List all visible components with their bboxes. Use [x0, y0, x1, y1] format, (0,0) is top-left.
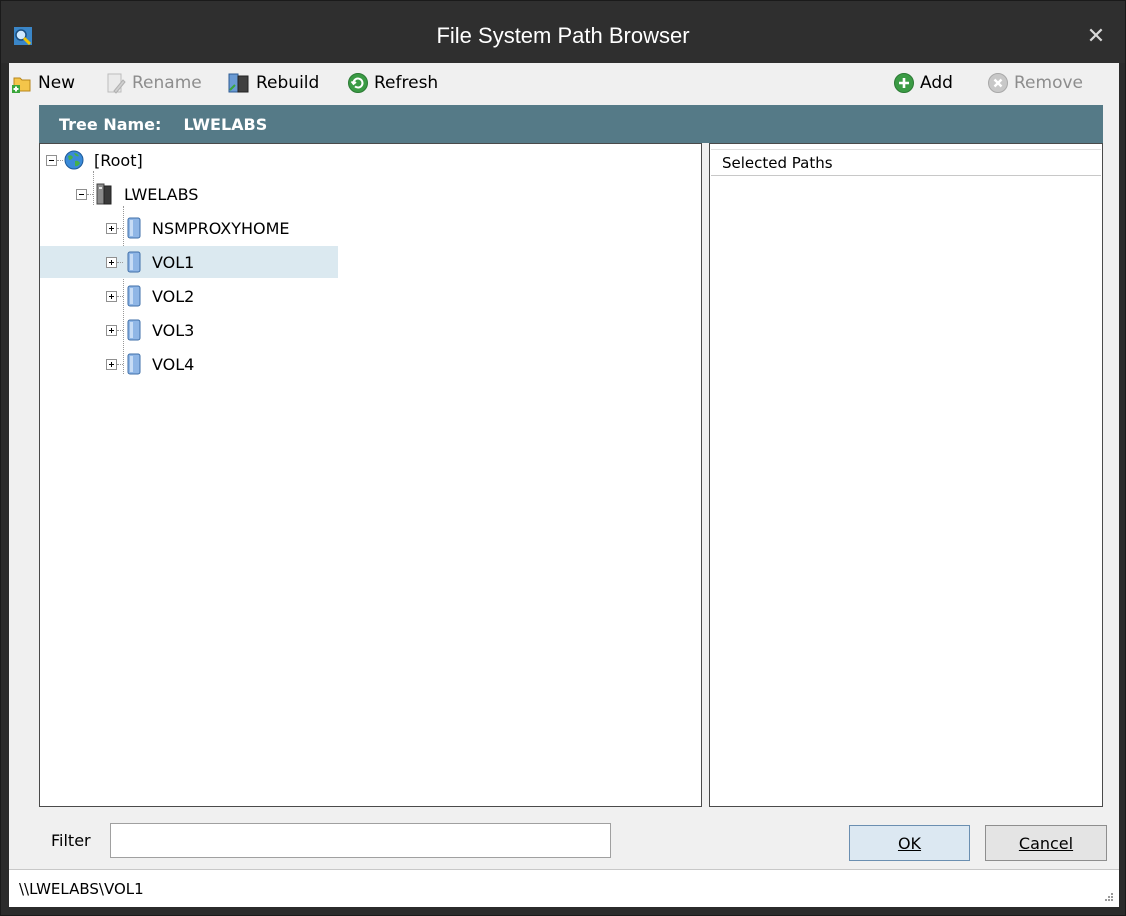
title-bar[interactable]: File System Path Browser ✕ — [1, 1, 1125, 63]
volume-icon — [127, 285, 141, 307]
volume-icon — [127, 353, 141, 375]
expand-icon[interactable] — [106, 290, 117, 302]
remove-icon — [988, 73, 1008, 93]
path-browser-window: File System Path Browser ✕ New Rename Re… — [0, 0, 1126, 916]
globe-icon — [64, 150, 84, 170]
volume-label: NSMPROXYHOME — [152, 218, 290, 238]
rename-button[interactable]: Rename — [105, 69, 202, 97]
collapse-icon[interactable] — [46, 154, 57, 166]
rename-icon — [107, 73, 126, 94]
tree-view[interactable]: [Root] LWELABS NSMPROXYHOME VOL1 VOL2 VO… — [39, 143, 702, 807]
expand-icon[interactable] — [106, 222, 117, 234]
toolbar: New Rename Rebuild Refresh Add Remove — [9, 63, 1119, 103]
rebuild-icon — [228, 73, 249, 93]
expand-icon[interactable] — [106, 256, 117, 268]
tree-node-volume[interactable]: VOL3 — [106, 314, 406, 346]
root-label: [Root] — [94, 150, 143, 170]
tree-node-volume-selected[interactable]: VOL1 — [40, 246, 338, 278]
refresh-label: Refresh — [374, 73, 439, 93]
refresh-icon — [348, 73, 368, 93]
rename-label: Rename — [132, 73, 202, 93]
tree-node-volume[interactable]: VOL2 — [106, 280, 406, 312]
tree-node-volume[interactable]: NSMPROXYHOME — [106, 212, 406, 244]
status-path: \\LWELABS\VOL1 — [19, 879, 144, 898]
tree-node-root[interactable]: [Root] — [46, 144, 346, 176]
expand-icon[interactable] — [106, 324, 117, 336]
volume-icon — [127, 251, 141, 273]
volume-label: VOL1 — [152, 252, 195, 272]
add-button[interactable]: Add — [893, 69, 953, 97]
selected-paths-list[interactable]: Selected Paths — [709, 143, 1103, 807]
dialog-client: New Rename Rebuild Refresh Add Remove Tr… — [9, 63, 1119, 907]
ok-label: OK — [897, 833, 922, 853]
volume-icon — [127, 217, 141, 239]
cancel-label: Cancel — [1018, 833, 1074, 853]
window-title: File System Path Browser — [436, 23, 690, 48]
selected-paths-header[interactable]: Selected Paths — [711, 149, 1101, 176]
volume-label: VOL4 — [152, 354, 195, 374]
expand-icon[interactable] — [106, 358, 117, 370]
cancel-button[interactable]: Cancel — [985, 825, 1107, 861]
new-label: New — [38, 73, 76, 93]
volume-icon — [127, 319, 141, 341]
tree-node-server[interactable]: LWELABS — [76, 178, 376, 210]
close-icon[interactable]: ✕ — [1085, 26, 1107, 48]
status-bar: \\LWELABS\VOL1 — [9, 869, 1119, 907]
add-icon — [894, 73, 914, 93]
rebuild-button[interactable]: Rebuild — [227, 69, 319, 97]
new-button[interactable]: New — [11, 69, 75, 97]
refresh-button[interactable]: Refresh — [347, 69, 438, 97]
remove-button[interactable]: Remove — [987, 69, 1083, 97]
tree-node-volume[interactable]: VOL4 — [106, 348, 406, 380]
tree-name-label: Tree Name: — [59, 114, 162, 134]
filter-label: Filter — [51, 831, 91, 850]
server-icon — [96, 183, 112, 205]
collapse-icon[interactable] — [76, 188, 87, 200]
add-label: Add — [920, 73, 953, 93]
volume-label: VOL2 — [152, 286, 195, 306]
ok-button[interactable]: OK — [849, 825, 970, 861]
resize-grip-icon[interactable] — [1103, 891, 1113, 901]
new-folder-icon — [12, 77, 31, 93]
tree-name-value: LWELABS — [183, 114, 268, 134]
rebuild-label: Rebuild — [256, 73, 320, 93]
filter-input[interactable] — [110, 823, 611, 858]
remove-label: Remove — [1014, 73, 1083, 93]
tree-name-header: Tree Name: LWELABS — [39, 105, 1103, 143]
server-label: LWELABS — [124, 184, 199, 204]
volume-label: VOL3 — [152, 320, 195, 340]
